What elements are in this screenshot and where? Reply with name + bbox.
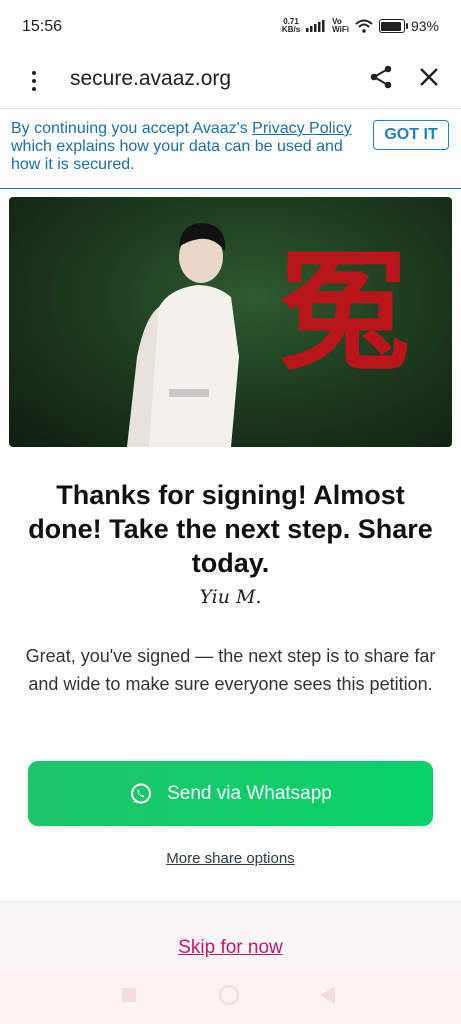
more-share-options-link-row: More share options xyxy=(0,850,461,867)
hero-illustration: 冤 xyxy=(127,223,409,447)
got-it-button[interactable]: GOT IT xyxy=(373,120,449,150)
suit-brooch xyxy=(169,389,209,397)
status-time: 15:56 xyxy=(22,18,63,35)
privacy-policy-link[interactable]: Privacy Policy xyxy=(252,120,352,137)
signal-icon xyxy=(306,20,325,32)
network-speed: 0.71 KB/s xyxy=(282,18,300,34)
more-share-options-link[interactable]: More share options xyxy=(166,850,294,867)
whatsapp-share-button[interactable]: Send via Whatsapp xyxy=(28,761,433,826)
whatsapp-icon xyxy=(131,783,152,803)
status-bar: 15:56 0.71 KB/s Vo WiFi 93% xyxy=(0,0,461,54)
skip-for-now-link[interactable]: Skip for now xyxy=(178,937,283,958)
volte-icon: Vo WiFi xyxy=(332,18,349,34)
volte-label-bottom: WiFi xyxy=(332,25,349,34)
browser-toolbar: secure.avaaz.org xyxy=(0,54,461,109)
hero-image: 冤 xyxy=(9,197,452,447)
page-title: Thanks for signing! Almost done! Take th… xyxy=(28,480,433,578)
wifi-icon xyxy=(355,19,373,33)
network-speed-unit: KB/s xyxy=(281,25,301,34)
skip-link-row: Skip for now xyxy=(0,937,461,959)
home-icon[interactable] xyxy=(219,985,239,1005)
description-text: Great, you've signed — the next step is … xyxy=(25,646,436,694)
back-icon[interactable] xyxy=(320,986,335,1004)
kebab-menu-icon[interactable] xyxy=(22,66,46,96)
url-label[interactable]: secure.avaaz.org xyxy=(70,67,231,91)
calligraphy-character: 冤 xyxy=(279,235,409,388)
close-icon[interactable] xyxy=(416,64,442,90)
signature: Yiu M. xyxy=(199,586,262,608)
battery-percent: 93% xyxy=(410,18,439,34)
cookie-text: By continuing you accept Avaaz's Privacy… xyxy=(11,120,361,174)
share-icon[interactable] xyxy=(368,64,394,90)
status-icons: 0.71 KB/s Vo WiFi 93% xyxy=(282,18,439,35)
recent-apps-icon[interactable] xyxy=(122,988,136,1002)
skip-section xyxy=(0,901,461,970)
battery-icon xyxy=(378,19,408,33)
cookie-text-after: which explains how your data can be used… xyxy=(11,138,343,173)
cookie-text-before: By continuing you accept Avaaz's xyxy=(11,120,253,137)
battery-fill xyxy=(381,21,401,31)
whatsapp-button-label: Send via Whatsapp xyxy=(167,782,332,804)
